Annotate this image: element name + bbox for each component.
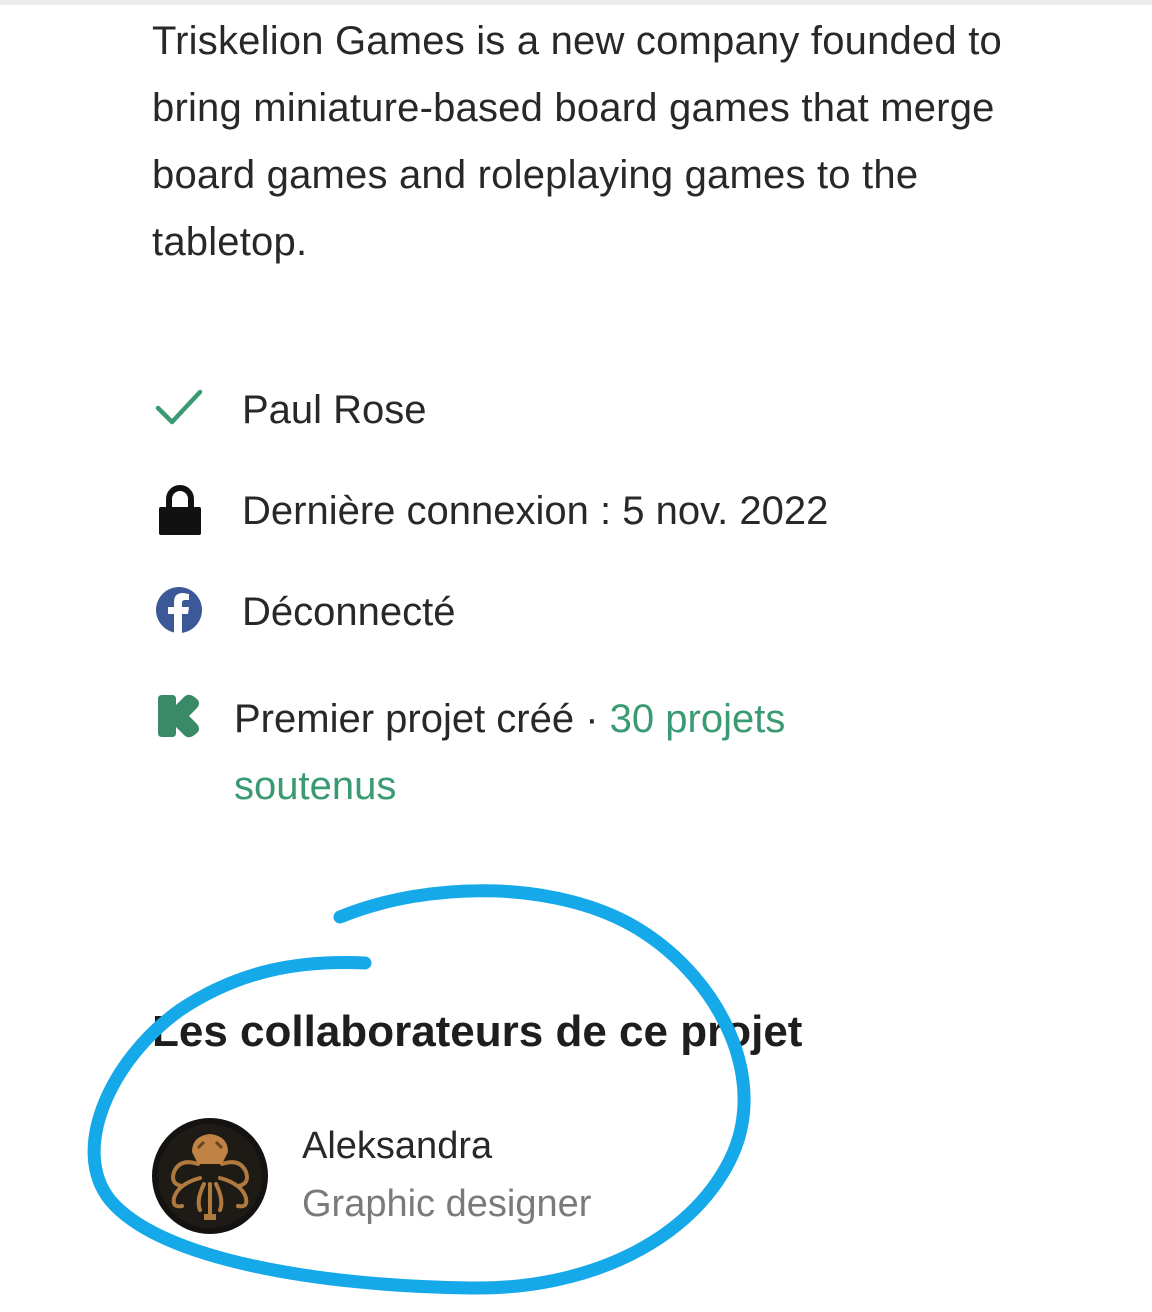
creator-bio: Triskelion Games is a new company founde… [152,19,1002,264]
facebook-icon [156,587,202,634]
backed-projects-text: Premier projet créé · 30 projets soutenu… [234,686,934,820]
facebook-status: Déconnecté [242,590,456,634]
facebook-row: Déconnecté [152,578,1052,679]
top-edge-bar [0,0,1152,5]
last-login: Dernière connexion : 5 nov. 2022 [242,489,829,533]
verified-name: Paul Rose [242,388,427,432]
last-login-row: Dernière connexion : 5 nov. 2022 [152,477,1052,578]
separator-dot: · [574,697,610,741]
check-icon [155,389,203,425]
creator-info-list: Paul Rose Dernière connexion : 5 nov. 20… [152,376,1052,819]
kickstarter-icon [158,694,199,738]
collaborators-title: Les collaborateurs de ce projet [152,1007,803,1056]
first-project-label: Premier projet créé [234,697,575,741]
avatar[interactable] [152,1118,268,1234]
collaborator-name[interactable]: Aleksandra [302,1122,492,1170]
collaborator-role: Graphic designer [302,1183,592,1225]
collaborator-item[interactable]: Aleksandra Graphic designer [152,1118,852,1238]
backed-projects-row: Premier projet créé · 30 projets soutenu… [152,679,1052,819]
lock-icon [159,485,201,535]
verified-name-row: Paul Rose [152,376,1052,477]
